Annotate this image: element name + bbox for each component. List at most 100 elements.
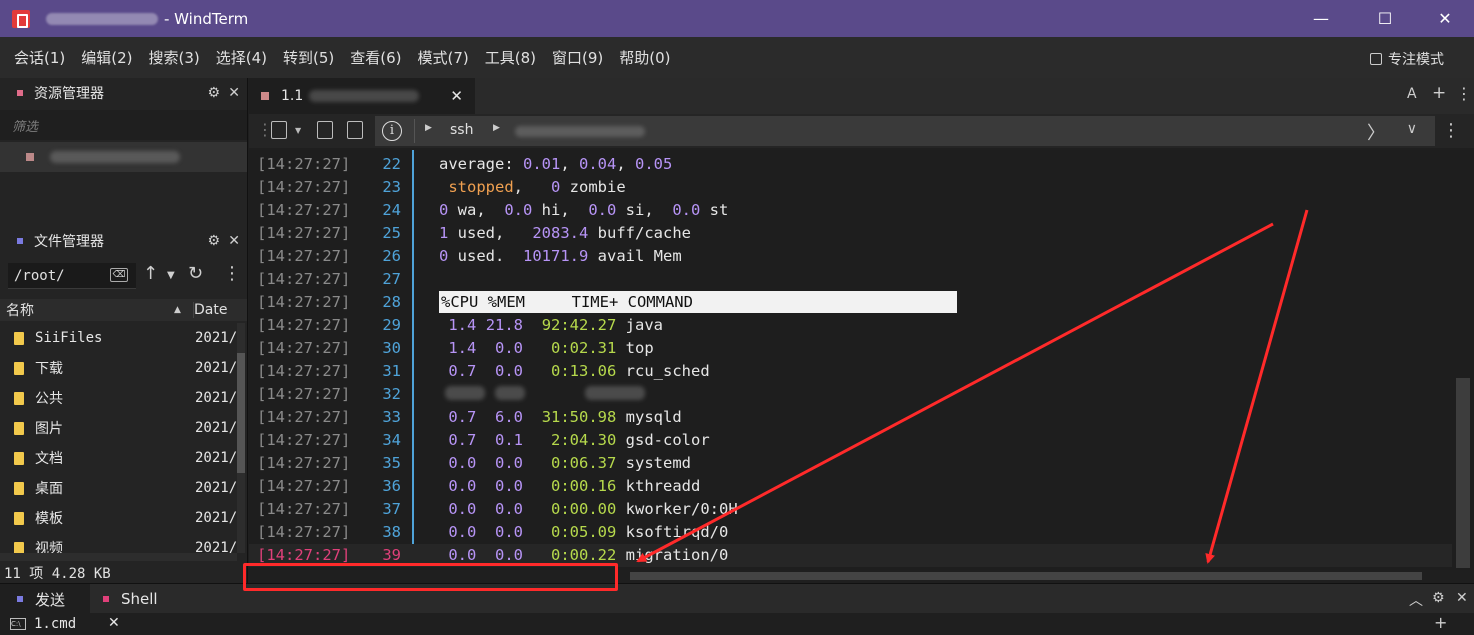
timestamp: [14:27:27] xyxy=(257,339,351,357)
duplicate-session-icon[interactable] xyxy=(347,121,363,139)
file-row[interactable]: 桌面 2021/ xyxy=(0,473,237,503)
clear-icon[interactable]: ⌫ xyxy=(110,268,128,282)
file-date: 2021/ xyxy=(195,540,237,553)
minimize-icon: — xyxy=(1313,9,1329,28)
text-segment xyxy=(476,500,495,518)
gear-icon[interactable]: ⚙ xyxy=(1432,590,1445,606)
tab-send[interactable]: 发送 xyxy=(0,584,90,614)
text-segment: used. xyxy=(448,247,523,265)
terminal-hscrollbar[interactable] xyxy=(630,572,1422,580)
terminal-line: [14:27:27] 25 1 used, 2083.4 buff/cache xyxy=(249,222,1454,245)
maximize-button[interactable]: ☐ xyxy=(1356,0,1414,37)
menu-mode[interactable]: 模式(7) xyxy=(410,47,477,68)
refresh-icon[interactable]: ↻ xyxy=(188,263,203,284)
resource-item-redacted xyxy=(50,151,180,163)
resource-panel-header: 资源管理器 ⚙ ✕ xyxy=(0,78,248,108)
chevron-right-icon[interactable]: 〉 xyxy=(1367,119,1385,145)
text-segment xyxy=(439,454,448,472)
text-segment: ksoftirqd/0 xyxy=(616,523,729,541)
menu-select[interactable]: 选择(4) xyxy=(208,47,275,68)
address-bar[interactable]: i ▶ ssh ▶ 〉 ∨ xyxy=(375,116,1435,146)
minimize-button[interactable]: — xyxy=(1292,0,1350,37)
session-tab[interactable]: 1.1 ✕ xyxy=(249,78,475,114)
text-segment xyxy=(523,339,551,357)
gear-icon[interactable]: ⚙ xyxy=(207,85,220,101)
scrollbar-thumb[interactable] xyxy=(1456,378,1470,568)
more-icon[interactable]: ⋮ xyxy=(1442,120,1460,141)
resource-panel-title: 资源管理器 xyxy=(34,86,104,102)
cmd-tab-label: 1.cmd xyxy=(34,616,77,632)
file-row[interactable]: 公共 2021/ xyxy=(0,383,237,413)
chevron-down-icon[interactable]: ▼ xyxy=(167,270,175,281)
file-list-scrollbar[interactable] xyxy=(237,323,245,553)
text-segment: 1.4 xyxy=(448,316,477,334)
more-icon[interactable]: ⋮ xyxy=(223,263,241,284)
tab-shell[interactable]: Shell xyxy=(103,584,158,614)
close-icon[interactable]: ✕ xyxy=(228,85,240,101)
close-icon[interactable]: ✕ xyxy=(1456,590,1468,606)
collapse-icon[interactable]: ︿ xyxy=(1409,590,1423,610)
chevron-down-icon[interactable]: ▼ xyxy=(295,126,301,135)
line-text: 0.0 0.0 0:06.37 systemd xyxy=(439,452,691,475)
line-text: 0.0 0.0 0:00.00 kworker/0:0H xyxy=(439,498,737,521)
title-redacted xyxy=(46,12,158,25)
file-status: 11 项 4.28 KB xyxy=(4,566,111,582)
file-row[interactable]: 图片 2021/ xyxy=(0,413,237,443)
file-row[interactable]: SiiFiles 2021/ xyxy=(0,323,237,353)
timestamp: [14:27:27] xyxy=(257,477,351,495)
menu-session[interactable]: 会话(1) xyxy=(0,47,73,68)
close-icon[interactable]: ✕ xyxy=(450,87,463,105)
close-button[interactable]: ✕ xyxy=(1416,0,1474,37)
terminal-output[interactable]: [14:27:27] 22 average: 0.01, 0.04, 0.05 [14… xyxy=(249,150,1474,570)
file-date: 2021/ xyxy=(195,450,237,466)
text-segment: 0.0 xyxy=(448,454,477,472)
gear-icon[interactable]: ⚙ xyxy=(207,233,220,249)
column-name[interactable]: 名称 xyxy=(6,300,34,320)
terminal-vscrollbar[interactable] xyxy=(1452,150,1474,570)
text-segment: 0.7 xyxy=(448,408,477,426)
menu-view[interactable]: 查看(6) xyxy=(342,47,409,68)
close-icon[interactable]: ✕ xyxy=(108,615,120,631)
resource-filter-input[interactable]: 筛选 xyxy=(0,110,247,140)
menu-edit[interactable]: 编辑(2) xyxy=(73,47,140,68)
text-segment: 0.04 xyxy=(579,155,617,173)
scrollbar-thumb[interactable] xyxy=(237,353,245,473)
menu-search[interactable]: 搜索(3) xyxy=(141,47,208,68)
cmd-tab[interactable]: C:\ 1.cmd ✕ xyxy=(0,613,126,635)
file-row[interactable]: 模板 2021/ xyxy=(0,503,237,533)
font-icon[interactable]: A xyxy=(1407,86,1417,102)
column-date[interactable]: Date xyxy=(193,302,227,318)
file-row[interactable]: 下载 2021/ xyxy=(0,353,237,383)
menu-help[interactable]: 帮助(0) xyxy=(611,47,678,68)
terminal-line: [14:27:27] 38 0.0 0.0 0:05.09 ksoftirqd/0 xyxy=(249,521,1454,544)
add-tab-icon[interactable]: + xyxy=(1432,83,1446,103)
text-segment: 0.7 xyxy=(448,362,477,380)
file-row[interactable]: 视频 2021/ xyxy=(0,533,237,553)
info-icon[interactable]: i xyxy=(382,121,402,141)
new-session-icon[interactable] xyxy=(271,121,287,139)
text-segment: avail Mem xyxy=(588,247,682,265)
menu-window[interactable]: 窗口(9) xyxy=(544,47,611,68)
up-arrow-icon[interactable]: ↑ xyxy=(143,263,158,284)
menu-tools[interactable]: 工具(8) xyxy=(477,47,544,68)
line-text: 0 wa, 0.0 hi, 0.0 si, 0.0 st xyxy=(439,199,728,222)
file-name: 公共 xyxy=(35,391,63,407)
focus-mode-button[interactable]: 专注模式 xyxy=(1370,49,1444,69)
timestamp: [14:27:27] xyxy=(257,523,351,541)
close-session-icon[interactable] xyxy=(317,121,333,139)
close-icon[interactable]: ✕ xyxy=(228,233,240,249)
file-list-hscrollbar[interactable] xyxy=(0,553,237,561)
text-segment: 0.05 xyxy=(635,155,673,173)
resource-item[interactable] xyxy=(0,142,247,172)
chevron-down-icon[interactable]: ∨ xyxy=(1407,121,1417,137)
menu-goto[interactable]: 转到(5) xyxy=(275,47,342,68)
file-row[interactable]: 文档 2021/ xyxy=(0,443,237,473)
more-icon[interactable]: ⋮ xyxy=(1456,84,1472,103)
terminal-line: [14:27:27] 31 0.7 0.0 0:13.06 rcu_sched xyxy=(249,360,1454,383)
text-segment: 0.0 xyxy=(495,546,524,564)
add-icon[interactable]: + xyxy=(1434,613,1447,632)
text-segment: 0.1 xyxy=(495,431,524,449)
text-segment: average: xyxy=(439,155,523,173)
session-tab-bar: 1.1 ✕ A + ⋮ xyxy=(249,78,1474,114)
send-marker-icon xyxy=(17,596,23,602)
